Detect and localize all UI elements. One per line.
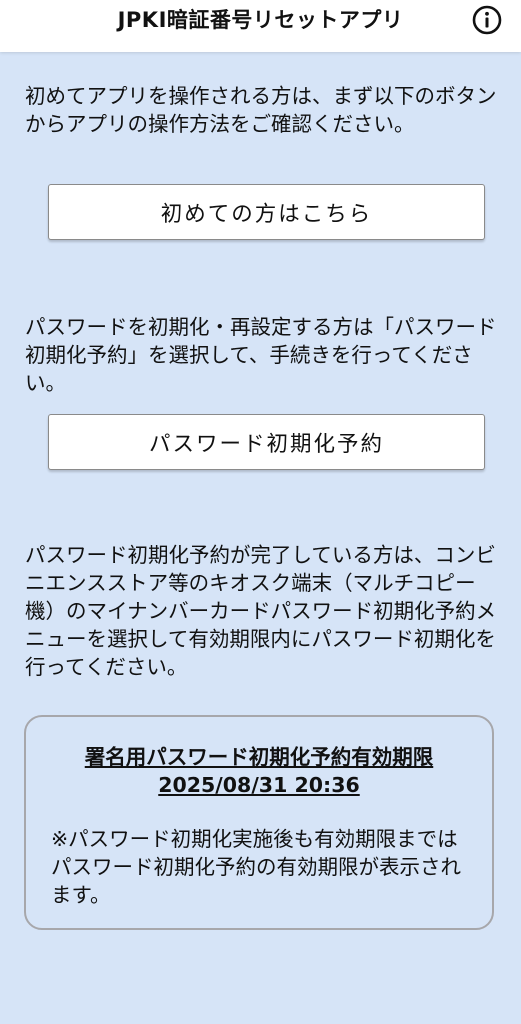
first-time-guide-button[interactable]: 初めての方はこちら — [48, 184, 485, 240]
intro-text: 初めてアプリを操作される方は、まず以下のボタンからアプリの操作方法をご確認くださ… — [25, 84, 497, 136]
expiry-note: ※パスワード初期化実施後も有効期限まではパスワード初期化予約の有効期限が表示され… — [51, 827, 461, 907]
app-title: JPKI暗証番号リセットアプリ — [117, 8, 404, 32]
info-icon[interactable] — [471, 4, 503, 36]
expiry-card: 署名用パスワード初期化予約有効期限 2025/08/31 20:36 ※パスワー… — [24, 715, 494, 930]
password-reset-reservation-button[interactable]: パスワード初期化予約 — [48, 414, 485, 470]
expiry-card-title: 署名用パスワード初期化予約有効期限 — [84, 745, 434, 769]
reset-instruction-text: パスワードを初期化・再設定する方は「パスワード初期化予約」を選択して、手続きを行… — [25, 315, 497, 395]
expiry-datetime: 2025/08/31 20:36 — [158, 773, 360, 797]
completed-reservation-text: パスワード初期化予約が完了している方は、コンビニエンスストア等のキオスク端末（マ… — [25, 543, 497, 679]
app-header: JPKI暗証番号リセットアプリ — [0, 0, 521, 52]
